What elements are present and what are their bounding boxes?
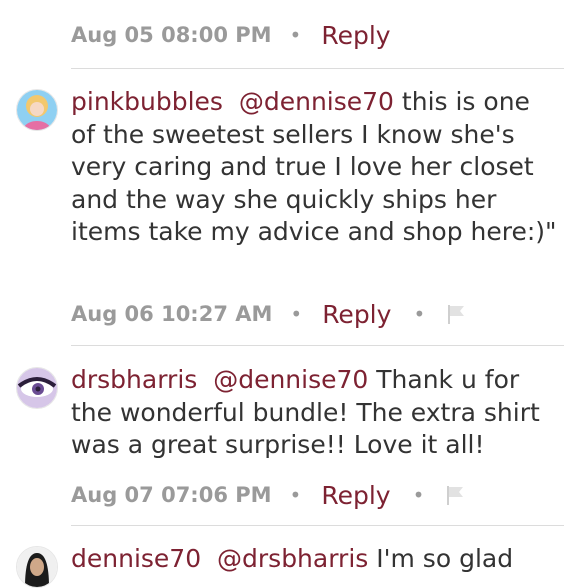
avatar[interactable] — [16, 367, 58, 409]
separator-dot: • — [413, 302, 426, 326]
avatar-image — [17, 368, 57, 408]
reply-link[interactable]: Reply — [322, 300, 391, 329]
reply-link[interactable]: Reply — [321, 21, 390, 50]
separator-dot: • — [290, 302, 303, 326]
comment-timestamp: Aug 07 07:06 PM — [71, 483, 272, 507]
separator-dot: • — [289, 23, 302, 47]
divider — [71, 345, 564, 346]
divider — [71, 525, 564, 526]
comment-body: dennise70 @drsbharris I'm so glad — [71, 543, 561, 576]
avatar[interactable] — [16, 546, 58, 588]
comment-mention[interactable]: @dennise70 — [239, 87, 394, 116]
comment-meta: Aug 07 07:06 PM • Reply • — [71, 475, 466, 515]
comment-text: I'm so glad — [376, 544, 514, 573]
comment-mention[interactable]: @dennise70 — [213, 365, 368, 394]
comment-timestamp: Aug 06 10:27 AM — [71, 302, 273, 326]
comment-username[interactable]: dennise70 — [71, 544, 201, 573]
flag-icon[interactable] — [445, 303, 467, 325]
comment-mention[interactable]: @drsbharris — [217, 544, 368, 573]
separator-dot: • — [412, 483, 425, 507]
comment-username[interactable]: pinkbubbles — [71, 87, 223, 116]
comment-meta: Aug 05 08:00 PM • Reply — [71, 15, 391, 55]
divider — [71, 68, 564, 69]
comment-body: drsbharris @dennise70 Thank u for the wo… — [71, 364, 561, 462]
comment-body: pinkbubbles @dennise70 this is one of th… — [71, 86, 561, 249]
comment-meta: Aug 06 10:27 AM • Reply • — [71, 294, 467, 334]
reply-link[interactable]: Reply — [321, 481, 390, 510]
flag-icon[interactable] — [444, 484, 466, 506]
comment-username[interactable]: drsbharris — [71, 365, 197, 394]
avatar-image — [17, 90, 57, 130]
avatar-image — [17, 547, 57, 587]
separator-dot: • — [289, 483, 302, 507]
comment-timestamp: Aug 05 08:00 PM — [71, 23, 272, 47]
avatar[interactable] — [16, 89, 58, 131]
